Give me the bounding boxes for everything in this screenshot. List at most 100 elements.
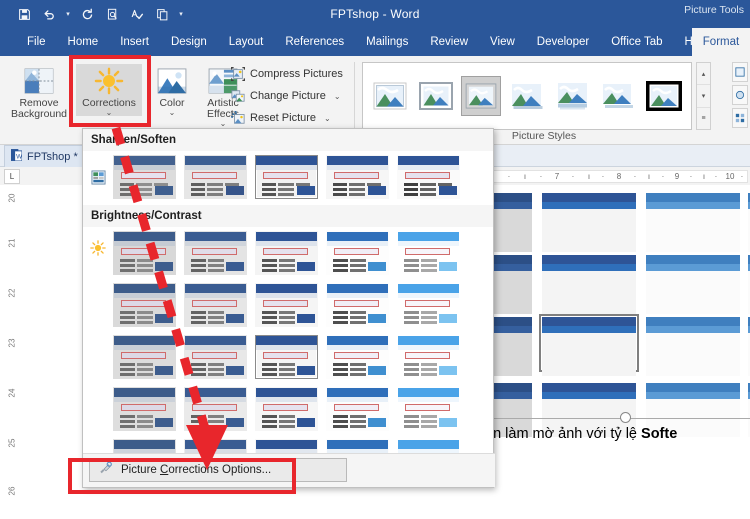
brightness-thumb-2-1[interactable] — [184, 335, 247, 379]
save-icon[interactable] — [14, 4, 34, 24]
redo-icon[interactable] — [77, 4, 97, 24]
copy-icon[interactable] — [152, 4, 172, 24]
brightness-thumb-1-1[interactable] — [184, 283, 247, 327]
hruler-tick-minor: ı — [523, 172, 527, 181]
spelling-grammar-icon[interactable] — [127, 4, 147, 24]
chevron-down-icon[interactable]: ⌄ — [334, 92, 341, 101]
tab-file[interactable]: File — [16, 28, 57, 56]
brightness-thumb-0-4[interactable] — [397, 231, 460, 275]
undo-icon[interactable] — [39, 4, 59, 24]
picture-styles-gallery[interactable] — [362, 62, 692, 130]
brightness-thumb-2-4[interactable] — [397, 335, 460, 379]
brightness-thumb-2-3[interactable] — [326, 335, 389, 379]
corrections-dropdown-menu[interactable]: Sharpen/Soften Brightness/Contrast Pictu… — [82, 128, 495, 488]
corrections-icon — [76, 64, 142, 98]
tab-mailings[interactable]: Mailings — [355, 28, 419, 56]
tab-selector-button[interactable]: L — [4, 169, 20, 184]
reset-picture-icon — [230, 111, 245, 126]
picture-style-0[interactable] — [370, 76, 410, 116]
hruler-tick-minor: · — [507, 172, 511, 181]
remove-background-button[interactable]: Remove Background — [6, 64, 72, 120]
chevron-down-icon[interactable]: ⌄ — [76, 109, 142, 117]
tab-view[interactable]: View — [479, 28, 526, 56]
picture-style-5[interactable] — [599, 76, 639, 116]
scroll-down-icon[interactable]: ▾ — [697, 85, 710, 108]
hruler-tick-minor: · — [661, 172, 665, 181]
word-document-icon: W — [11, 149, 23, 164]
brightness-thumb-1-0[interactable] — [113, 283, 176, 327]
vruler-tick-21: 21 — [7, 238, 17, 248]
color-button[interactable]: Color ⌄ — [148, 64, 196, 117]
change-picture-button[interactable]: Change Picture ⌄ — [230, 86, 341, 106]
tab-home[interactable]: Home — [57, 28, 110, 56]
tab-office-tab[interactable]: Office Tab — [600, 28, 673, 56]
picture-style-4[interactable] — [553, 76, 593, 116]
tab-design[interactable]: Design — [160, 28, 218, 56]
customize-qat-icon[interactable]: ▾ — [177, 11, 185, 18]
vruler-tick-24: 24 — [7, 388, 17, 398]
vruler-tick-22: 22 — [7, 288, 17, 298]
document-tab-fptshop[interactable]: W FPTshop * — [4, 145, 89, 167]
tab-references[interactable]: References — [274, 28, 355, 56]
embedded-screenshot-image[interactable] — [490, 193, 750, 437]
picture-style-1[interactable] — [416, 76, 456, 116]
scroll-up-icon[interactable]: ▴ — [697, 63, 710, 86]
sharpen-thumb-2[interactable] — [255, 155, 318, 199]
picture-border-icon[interactable] — [732, 62, 748, 82]
corrections-button[interactable]: Corrections ⌄ — [76, 64, 142, 117]
tab-developer[interactable]: Developer — [526, 28, 600, 56]
hruler-tick-minor: ı — [647, 172, 651, 181]
brightness-thumb-3-2[interactable] — [255, 387, 318, 431]
compress-pictures-button[interactable]: Compress Pictures — [230, 64, 343, 84]
brightness-thumb-3-1[interactable] — [184, 387, 247, 431]
reset-picture-button[interactable]: Reset Picture ⌄ — [230, 108, 331, 128]
brightness-contrast-gallery[interactable] — [83, 227, 493, 483]
caption-bold: Softe — [641, 426, 678, 442]
brightness-thumb-1-3[interactable] — [326, 283, 389, 327]
tab-format[interactable]: Format — [692, 28, 750, 56]
picture-layout-icon[interactable] — [732, 108, 748, 128]
picture-styles-scrollbar[interactable]: ▴ ▾ ≡ — [696, 62, 711, 130]
brightness-thumb-3-4[interactable] — [397, 387, 460, 431]
tab-insert[interactable]: Insert — [109, 28, 160, 56]
tab-layout[interactable]: Layout — [218, 28, 275, 56]
hruler-tick-minor: ı — [702, 172, 706, 181]
brightness-thumb-1-2[interactable] — [255, 283, 318, 327]
picture-corrections-options-menu-item[interactable]: Picture Corrections Options... — [89, 458, 347, 482]
brightness-thumb-3-0[interactable] — [113, 387, 176, 431]
sharpen-thumb-0[interactable] — [113, 155, 176, 199]
tab-review[interactable]: Review — [419, 28, 479, 56]
picture-corrections-options-label: Picture Corrections Options... — [121, 464, 272, 476]
brightness-thumb-2-2[interactable] — [255, 335, 318, 379]
brightness-thumb-0-1[interactable] — [184, 231, 247, 275]
brightness-thumb-3-3[interactable] — [326, 387, 389, 431]
brightness-row-3[interactable] — [83, 383, 493, 435]
brightness-thumb-0-3[interactable] — [326, 231, 389, 275]
brightness-row-0[interactable] — [83, 227, 493, 279]
sharpen-soften-gallery[interactable] — [83, 151, 493, 205]
picture-style-2[interactable] — [461, 76, 502, 116]
sharpen-thumb-1[interactable] — [184, 155, 247, 199]
brightness-thumb-2-0[interactable] — [113, 335, 176, 379]
picture-style-6[interactable] — [644, 76, 684, 116]
picture-style-3[interactable] — [507, 76, 547, 116]
sharpen-soften-thumb-row[interactable] — [83, 151, 493, 203]
brightness-thumb-0-2[interactable] — [255, 231, 318, 275]
chevron-down-icon[interactable]: ⌄ — [148, 109, 196, 117]
brightness-thumb-1-4[interactable] — [397, 283, 460, 327]
brightness-thumb-0-0[interactable] — [113, 231, 176, 275]
more-styles-icon[interactable]: ≡ — [697, 108, 710, 129]
brightness-row-1[interactable] — [83, 279, 493, 331]
image-resize-handle[interactable] — [620, 412, 631, 423]
hruler-tick-8: 8 — [616, 172, 622, 181]
sharpen-thumb-3[interactable] — [326, 155, 389, 199]
sharpen-thumb-4[interactable] — [397, 155, 460, 199]
undo-dropdown-icon[interactable]: ▾ — [64, 11, 72, 18]
picture-effects-icon[interactable] — [732, 85, 748, 105]
vertical-ruler[interactable]: 20 21 22 23 24 25 26 — [4, 188, 20, 519]
print-preview-icon[interactable] — [102, 4, 122, 24]
quick-access-toolbar[interactable]: ▾ ▾ — [14, 0, 185, 28]
picture-effects-column — [732, 62, 748, 138]
brightness-row-2[interactable] — [83, 331, 493, 383]
chevron-down-icon[interactable]: ⌄ — [324, 114, 331, 123]
